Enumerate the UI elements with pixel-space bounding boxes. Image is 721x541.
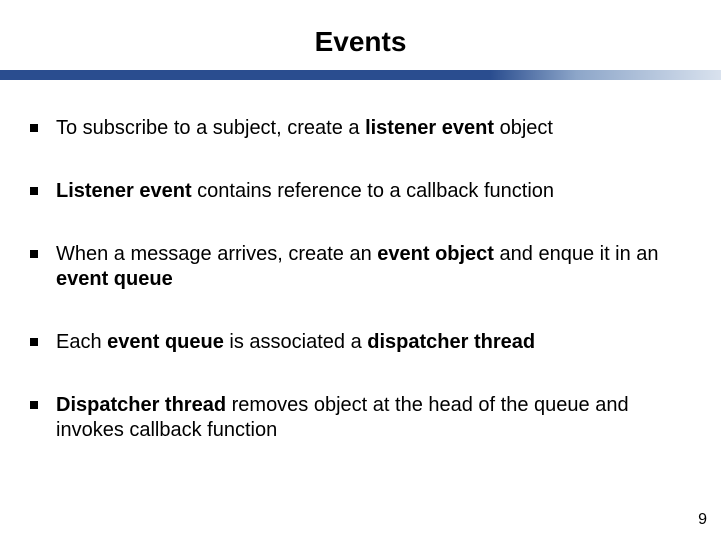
bullet-text: Each event queue is associated a dispatc… — [56, 330, 685, 355]
text-run: Each — [56, 331, 107, 353]
bullet-list: To subscribe to a subject, create a list… — [0, 116, 721, 443]
text-run: and enque it in an — [494, 243, 659, 265]
bullet-icon — [30, 338, 38, 346]
list-item: Each event queue is associated a dispatc… — [30, 330, 685, 355]
text-bold: Listener event — [56, 180, 192, 202]
bullet-icon — [30, 250, 38, 258]
text-run: object — [494, 117, 553, 139]
list-item: Dispatcher thread removes object at the … — [30, 393, 685, 443]
text-bold: dispatcher thread — [367, 331, 535, 353]
page-number: 9 — [698, 511, 707, 529]
text-bold: Dispatcher thread — [56, 394, 226, 416]
text-bold: listener event — [365, 117, 494, 139]
text-run: contains reference to a callback functio… — [192, 180, 554, 202]
list-item: To subscribe to a subject, create a list… — [30, 116, 685, 141]
text-bold: event queue — [107, 331, 224, 353]
list-item: Listener event contains reference to a c… — [30, 179, 685, 204]
text-run: When a message arrives, create an — [56, 243, 377, 265]
bullet-text: When a message arrives, create an event … — [56, 242, 685, 292]
bullet-icon — [30, 187, 38, 195]
text-run: is associated a — [224, 331, 367, 353]
list-item: When a message arrives, create an event … — [30, 242, 685, 292]
text-run: To subscribe to a subject, create a — [56, 117, 365, 139]
text-bold: event queue — [56, 268, 173, 290]
title-divider — [0, 70, 721, 80]
bullet-text: To subscribe to a subject, create a list… — [56, 116, 685, 141]
bullet-icon — [30, 124, 38, 132]
bullet-text: Listener event contains reference to a c… — [56, 179, 685, 204]
text-bold: event object — [377, 243, 494, 265]
bullet-text: Dispatcher thread removes object at the … — [56, 393, 685, 443]
bullet-icon — [30, 401, 38, 409]
slide-title: Events — [0, 0, 721, 70]
